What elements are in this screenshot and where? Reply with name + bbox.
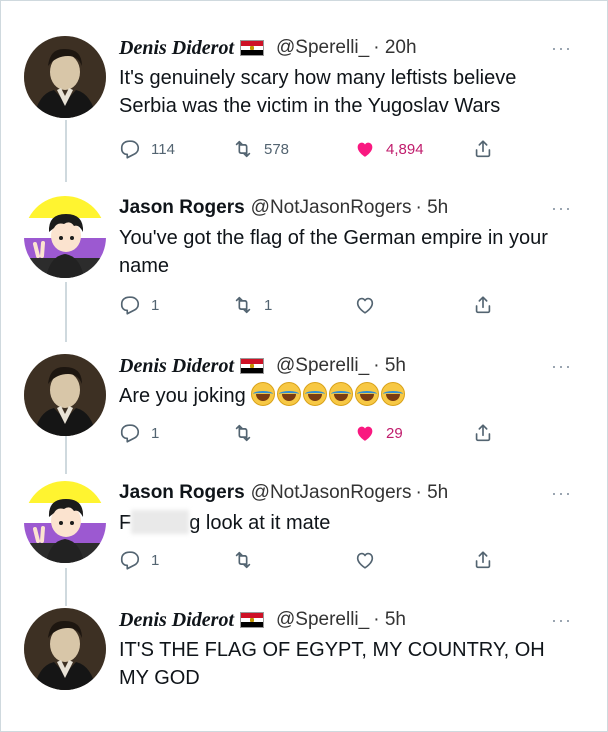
display-name[interactable]: Denis Diderot [119, 37, 234, 60]
reply-count: 1 [151, 296, 160, 314]
heart-icon [356, 297, 374, 314]
tweet-header: Denis Diderot @Sperelli_ · 5h [119, 354, 406, 378]
reply-icon [120, 424, 140, 443]
like-count: 29 [386, 424, 403, 442]
like-button[interactable] [354, 548, 376, 572]
timestamp[interactable]: · 5h [373, 355, 406, 377]
thread-connector [65, 282, 67, 342]
retweet-count: 578 [264, 140, 290, 158]
avatar[interactable] [24, 608, 106, 690]
heart-icon [357, 142, 373, 157]
share-button[interactable] [472, 421, 494, 445]
user-handle[interactable]: @Sperelli_ [276, 355, 369, 377]
face-with-tears-of-joy-icon [303, 382, 328, 406]
avatar[interactable] [24, 354, 106, 436]
thread-connector [65, 434, 67, 474]
face-with-tears-of-joy-icon [277, 382, 302, 406]
share-icon [475, 296, 491, 314]
share-button[interactable] [472, 548, 494, 572]
user-handle[interactable]: @NotJasonRogers [251, 482, 412, 504]
tweet-header: Denis Diderot @Sperelli_ · 5h [119, 608, 406, 632]
reply-button[interactable]: 1 [119, 548, 159, 572]
retweet-button[interactable] [232, 421, 254, 445]
reply-count: 114 [151, 140, 175, 158]
tweet-header: Jason Rogers @NotJasonRogers · 5h [119, 481, 448, 505]
face-with-tears-of-joy-icon [251, 382, 276, 406]
user-handle[interactable]: @NotJasonRogers [251, 197, 412, 219]
retweet-icon [235, 140, 251, 158]
reply-button[interactable]: 114 [119, 137, 175, 161]
share-icon [475, 551, 491, 569]
reply-icon [120, 551, 140, 570]
tweet-header: Denis Diderot @Sperelli_ · 20h [119, 36, 417, 60]
share-button[interactable] [472, 293, 494, 317]
like-button[interactable]: 4,894 [354, 137, 424, 161]
avatar[interactable] [24, 36, 106, 118]
user-handle[interactable]: @Sperelli_ [276, 609, 369, 631]
tweet-actions: 114 578 4,894 [119, 137, 539, 161]
tweet-text-start: F [119, 512, 132, 534]
thread-connector [65, 120, 67, 182]
timestamp[interactable]: · 5h [415, 197, 448, 219]
more-options-icon[interactable]: ··· [551, 610, 572, 631]
thread-connector [65, 568, 67, 606]
more-options-icon[interactable]: ··· [551, 198, 572, 219]
timestamp[interactable]: · 5h [373, 609, 406, 631]
tweet-text: It's genuinely scary how many leftists b… [119, 67, 517, 117]
share-icon [475, 424, 491, 442]
more-options-icon[interactable]: ··· [551, 483, 572, 504]
reply-icon [120, 296, 140, 315]
tweet-text: IT'S THE FLAG OF EGYPT, MY COUNTRY, OH M… [119, 639, 545, 689]
tweet-text: You've got the flag of the German empire… [119, 227, 548, 277]
tweet-text: Are you joking [119, 382, 579, 410]
retweet-icon [235, 296, 251, 314]
reply-button[interactable]: 1 [119, 293, 159, 317]
retweet-icon [235, 551, 251, 569]
reply-icon [120, 140, 140, 159]
more-options-icon[interactable]: ··· [551, 356, 572, 377]
egypt-flag-icon [240, 612, 264, 628]
like-count: 4,894 [386, 140, 424, 158]
heart-icon [357, 426, 373, 441]
share-button[interactable] [472, 137, 494, 161]
retweet-button[interactable] [232, 548, 254, 572]
egypt-flag-icon [240, 358, 264, 374]
display-name[interactable]: Denis Diderot [119, 609, 234, 632]
display-name[interactable]: Jason Rogers [119, 482, 245, 504]
censored-blur [131, 510, 190, 534]
tweet-text-words: Are you joking [119, 385, 246, 407]
timestamp[interactable]: · 20h [373, 37, 416, 59]
tweet-text: Fg look at it mate [119, 509, 579, 537]
face-with-tears-of-joy-icon [381, 382, 406, 406]
display-name[interactable]: Denis Diderot [119, 355, 234, 378]
like-button[interactable]: 29 [354, 421, 403, 445]
tweet-actions: 1 1 [119, 293, 539, 317]
heart-icon [356, 552, 374, 569]
retweet-count: 1 [264, 296, 273, 314]
tweet-actions: 1 [119, 548, 539, 572]
retweet-button[interactable]: 578 [232, 137, 289, 161]
display-name[interactable]: Jason Rogers [119, 197, 245, 219]
share-icon [475, 140, 491, 158]
retweet-icon [235, 424, 251, 442]
tweet-actions: 1 29 [119, 421, 539, 445]
reply-count: 1 [151, 424, 160, 442]
egypt-flag-icon [240, 40, 264, 56]
reply-button[interactable]: 1 [119, 421, 159, 445]
reply-count: 1 [151, 551, 160, 569]
face-with-tears-of-joy-icon [329, 382, 354, 406]
tweet-text-end: g look at it mate [189, 512, 331, 534]
avatar[interactable] [24, 196, 106, 278]
avatar[interactable] [24, 481, 106, 563]
face-with-tears-of-joy-icon [355, 382, 380, 406]
more-options-icon[interactable]: ··· [551, 38, 572, 59]
like-button[interactable] [354, 293, 376, 317]
tweet-header: Jason Rogers @NotJasonRogers · 5h [119, 196, 448, 220]
user-handle[interactable]: @Sperelli_ [276, 37, 369, 59]
retweet-button[interactable]: 1 [232, 293, 272, 317]
timestamp[interactable]: · 5h [415, 482, 448, 504]
